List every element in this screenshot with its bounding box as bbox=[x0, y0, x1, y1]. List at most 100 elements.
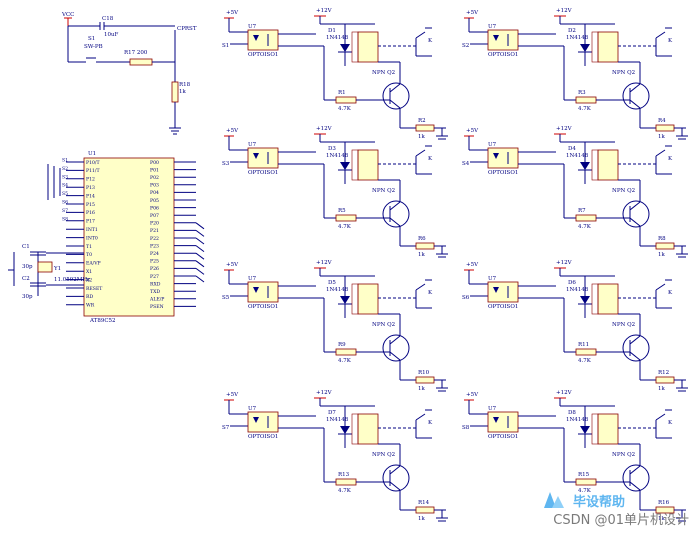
schematic-canvas: VCC C18 10uF CPRST S1 SW-PB R17 200 R18 … bbox=[8, 8, 688, 522]
bottom-resistor bbox=[655, 376, 675, 384]
bottom-resistor-ref: R4 bbox=[658, 118, 666, 124]
mcu-net-label: S8 bbox=[62, 216, 68, 222]
mcu-pin-label: P24 bbox=[150, 251, 159, 257]
v5-label: +5V bbox=[466, 262, 479, 268]
base-resistor-value: 4.7K bbox=[578, 224, 592, 230]
mcu-net-label: S4 bbox=[62, 183, 68, 189]
opto-label: OPTOISO1 bbox=[248, 434, 278, 440]
mcu-pin-label: T1 bbox=[86, 244, 92, 250]
bottom-resistor bbox=[415, 124, 435, 132]
relay-channels: +5VS1U7OPTOISO1+12VD11N4148 KNPN Q2R14.7K… bbox=[222, 8, 688, 522]
mcu-pin-label: P23 bbox=[150, 243, 159, 249]
mcu-pin-label: INT0 bbox=[86, 235, 98, 241]
optocoupler bbox=[247, 411, 279, 433]
mcu-ref: U1 bbox=[88, 151, 96, 157]
v12-label: +12V bbox=[556, 390, 573, 396]
relay-channel: +5VS4U7OPTOISO1+12VD41N4148 KNPN Q2R74.7K… bbox=[462, 126, 688, 258]
mcu-pin-label: P05 bbox=[150, 198, 159, 204]
opto-ref: U7 bbox=[488, 406, 497, 412]
mcu-pin-label: WR bbox=[86, 303, 95, 309]
optocoupler bbox=[487, 147, 519, 169]
optocoupler bbox=[247, 29, 279, 51]
mcu-pin-label: P22 bbox=[150, 236, 159, 242]
v5-label: +5V bbox=[466, 10, 479, 16]
bottom-resistor bbox=[415, 506, 435, 514]
transistor-label: NPN Q2 bbox=[372, 70, 395, 76]
channel-input-label: S8 bbox=[462, 425, 470, 431]
base-resistor-ref: R15 bbox=[578, 472, 590, 478]
crystal-circuit: C1 30p C2 30p Y1 11.0592MHz bbox=[8, 244, 90, 300]
bottom-resistor-value: 1k bbox=[418, 516, 425, 522]
mcu-pin-label: P04 bbox=[150, 190, 159, 196]
relay-coil bbox=[597, 31, 619, 63]
relay-coil bbox=[357, 149, 379, 181]
base-resistor-ref: R9 bbox=[338, 342, 346, 348]
v12-label: +12V bbox=[316, 126, 333, 132]
relay-coil bbox=[357, 413, 379, 445]
v5-label: +5V bbox=[226, 392, 239, 398]
optocoupler bbox=[487, 411, 519, 433]
opto-label: OPTOISO1 bbox=[248, 52, 278, 58]
relay-k-label: K bbox=[428, 290, 433, 296]
bottom-resistor bbox=[655, 242, 675, 250]
r17-label: R17 200 bbox=[124, 50, 148, 56]
opto-ref: U7 bbox=[248, 142, 257, 148]
c18-value: 10uF bbox=[104, 32, 119, 38]
mcu-pin-label: P16 bbox=[86, 210, 95, 216]
mcu-pin-label: P13 bbox=[86, 185, 95, 191]
opto-ref: U7 bbox=[488, 142, 497, 148]
diode-ref: D4 bbox=[568, 146, 576, 152]
relay-channel: +5VS5U7OPTOISO1+12VD51N4148 KNPN Q2R94.7K… bbox=[222, 260, 448, 392]
base-resistor bbox=[575, 348, 597, 356]
mcu-pin-label: RXD bbox=[150, 281, 161, 287]
mcu-pin-label: ALE/P bbox=[149, 297, 164, 303]
opto-ref: U7 bbox=[248, 24, 257, 30]
mcu-pin-label: P07 bbox=[150, 213, 159, 219]
bottom-resistor-value: 1k bbox=[658, 386, 665, 392]
relay-channel: +5VS3U7OPTOISO1+12VD31N4148 KNPN Q2R54.7K… bbox=[222, 126, 448, 258]
diode-ref: D3 bbox=[328, 146, 336, 152]
opto-ref: U7 bbox=[248, 406, 257, 412]
diode-ref: D2 bbox=[568, 28, 576, 34]
diode-ref: D5 bbox=[328, 280, 336, 286]
bottom-resistor-value: 1k bbox=[418, 386, 425, 392]
mcu-pin-label: P25 bbox=[150, 259, 159, 265]
channel-input-label: S6 bbox=[462, 295, 470, 301]
mcu-pin-label: P11/T bbox=[86, 168, 100, 174]
mcu-pin-label: EA/VP bbox=[86, 261, 101, 267]
channel-input-label: S2 bbox=[462, 43, 469, 49]
mcu-pin-label: RD bbox=[86, 294, 93, 300]
c2-label: C2 bbox=[22, 276, 30, 282]
transistor-label: NPN Q2 bbox=[612, 188, 635, 194]
relay-k-label: K bbox=[668, 420, 673, 426]
c1-label: C1 bbox=[22, 244, 30, 250]
relay-k-label: K bbox=[668, 156, 673, 162]
mcu-pin-label: RESET bbox=[86, 286, 103, 292]
optocoupler bbox=[487, 29, 519, 51]
bottom-resistor-value: 1k bbox=[418, 134, 425, 140]
bottom-resistor-ref: R14 bbox=[418, 500, 430, 506]
base-resistor-value: 4.7K bbox=[338, 224, 352, 230]
switch-label: SW-PB bbox=[84, 44, 103, 50]
csdn-watermark: CSDN @01单片机设计 bbox=[553, 513, 689, 528]
mcu-pin-label: P27 bbox=[150, 274, 159, 280]
base-resistor-value: 4.7K bbox=[338, 488, 352, 494]
base-resistor-value: 4.7K bbox=[578, 106, 592, 112]
s1-ref: S1 bbox=[88, 36, 95, 42]
mcu-net-label: S7 bbox=[62, 208, 68, 214]
bottom-resistor-value: 1k bbox=[418, 252, 425, 258]
base-resistor-value: 4.7K bbox=[338, 106, 352, 112]
bottom-resistor-ref: R16 bbox=[658, 500, 670, 506]
r18-value: 1k bbox=[179, 89, 186, 95]
base-resistor bbox=[575, 96, 597, 104]
c18-label: C18 bbox=[102, 16, 114, 22]
relay-k-label: K bbox=[428, 38, 433, 44]
bottom-resistor bbox=[415, 376, 435, 384]
transistor-label: NPN Q2 bbox=[612, 70, 635, 76]
relay-k-label: K bbox=[668, 290, 673, 296]
base-resistor-ref: R5 bbox=[338, 208, 346, 214]
bottom-resistor-value: 1k bbox=[658, 252, 665, 258]
c1-value: 30p bbox=[22, 264, 33, 270]
transistor-label: NPN Q2 bbox=[612, 322, 635, 328]
base-resistor-ref: R1 bbox=[338, 90, 346, 96]
